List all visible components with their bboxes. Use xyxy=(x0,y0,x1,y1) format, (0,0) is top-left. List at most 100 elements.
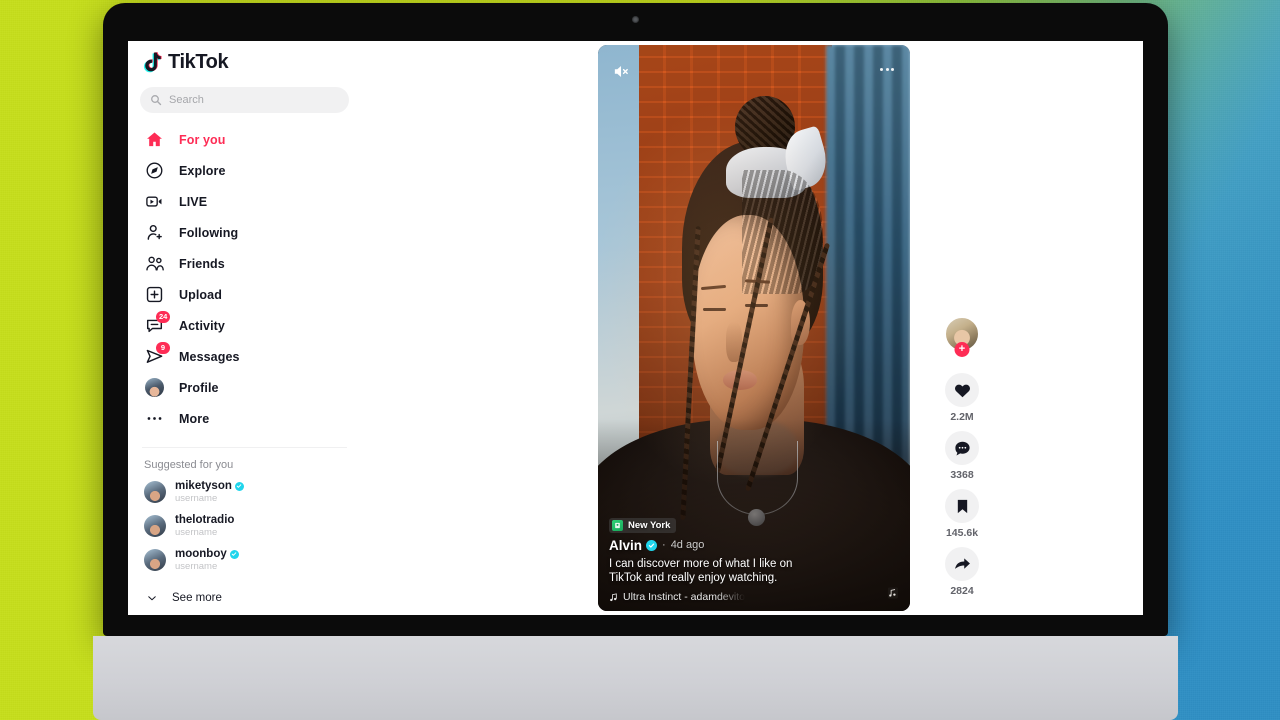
verified-badge-icon xyxy=(234,481,244,491)
feed-stage: New York Alvin · 4d ago I can discover m… xyxy=(361,41,1143,615)
sidebar-item-label: Friends xyxy=(179,256,225,271)
tiktok-note-icon xyxy=(143,51,162,72)
webcam-icon xyxy=(632,16,639,23)
sidebar-item-following[interactable]: Following xyxy=(140,217,349,248)
suggested-user-handle: username xyxy=(175,492,218,504)
sidebar-item-messages[interactable]: 9 Messages xyxy=(140,341,349,372)
see-more-button[interactable]: See more xyxy=(140,583,349,613)
verified-badge-icon xyxy=(229,549,239,559)
sidebar-item-label: Messages xyxy=(179,349,240,364)
ellipsis-horizontal-icon xyxy=(885,67,889,71)
bookmark-icon xyxy=(957,499,967,513)
messages-badge: 9 xyxy=(156,342,170,354)
sidebar-item-explore[interactable]: Explore xyxy=(140,155,349,186)
sidebar-item-label: LIVE xyxy=(179,194,208,209)
list-item[interactable]: thelotradio username xyxy=(140,509,349,543)
browser-viewport: TikTok Search For you Explore LIVE Follo… xyxy=(128,41,1143,615)
sidebar-item-label: Following xyxy=(179,225,239,240)
suggested-section-title: Suggested for you xyxy=(144,459,234,471)
video-author-row[interactable]: Alvin · 4d ago xyxy=(609,538,899,553)
avatar xyxy=(144,481,166,503)
ellipsis-horizontal-icon xyxy=(880,67,883,71)
sidebar-item-friends[interactable]: Friends xyxy=(140,248,349,279)
sidebar-item-label: More xyxy=(179,411,210,426)
album-disc-icon xyxy=(887,587,898,598)
verified-badge-icon xyxy=(646,539,658,551)
search-placeholder: Search xyxy=(169,94,204,106)
suggested-user-handle: username xyxy=(175,526,218,538)
sidebar-item-upload[interactable]: Upload xyxy=(140,279,349,310)
separator-dot: · xyxy=(662,539,666,552)
like-button[interactable]: 2.2M xyxy=(945,373,979,423)
sidebar-item-label: Profile xyxy=(179,380,219,395)
upload-plus-icon xyxy=(144,284,165,305)
compass-icon xyxy=(144,160,165,181)
suggested-user-name: moonboy xyxy=(175,547,227,560)
favorite-count: 145.6k xyxy=(945,527,979,539)
favorite-button[interactable]: 145.6k xyxy=(945,489,979,539)
music-note-icon xyxy=(610,592,617,601)
see-more-label: See more xyxy=(172,592,222,604)
list-item[interactable]: miketyson username xyxy=(140,475,349,509)
like-count: 2.2M xyxy=(950,411,974,423)
avatar xyxy=(144,515,166,537)
share-arrow-icon xyxy=(954,557,970,569)
sidebar: TikTok Search For you Explore LIVE Follo… xyxy=(128,41,361,615)
video-caption-line-1: I can discover more of what I like on xyxy=(609,557,793,570)
video-timestamp: 4d ago xyxy=(670,539,705,552)
follow-plus-icon[interactable]: + xyxy=(954,342,970,357)
creator-avatar-follow[interactable]: + xyxy=(945,317,979,357)
search-icon xyxy=(151,95,162,106)
avatar xyxy=(144,549,166,571)
sidebar-item-activity[interactable]: 24 Activity xyxy=(140,310,349,341)
mute-toggle-button[interactable] xyxy=(609,59,633,83)
location-chip[interactable]: New York xyxy=(609,517,677,533)
sidebar-item-label: For you xyxy=(179,132,226,147)
activity-inbox-icon: 24 xyxy=(144,311,171,336)
share-count: 2824 xyxy=(950,585,974,597)
share-button[interactable]: 2824 xyxy=(945,547,979,597)
sidebar-item-profile[interactable]: Profile xyxy=(140,372,349,403)
avatar-icon xyxy=(144,377,165,398)
chevron-down-icon xyxy=(148,596,156,601)
users-icon xyxy=(144,253,165,274)
heart-icon xyxy=(954,384,970,397)
sidebar-item-live[interactable]: LIVE xyxy=(140,186,349,217)
brand-name: TikTok xyxy=(168,50,229,73)
home-icon xyxy=(144,129,165,150)
suggested-user-name: thelotradio xyxy=(175,513,235,526)
album-disc-button[interactable] xyxy=(884,584,901,601)
search-input[interactable]: Search xyxy=(140,87,349,113)
laptop-mockup: TikTok Search For you Explore LIVE Follo… xyxy=(93,3,1178,720)
ellipsis-icon xyxy=(144,408,165,429)
laptop-base xyxy=(93,636,1178,720)
sidebar-item-label: Activity xyxy=(179,318,225,333)
video-caption-line-2: TikTok and really enjoy watching. xyxy=(609,572,778,585)
sidebar-item-more[interactable]: More xyxy=(140,403,349,434)
video-player[interactable]: New York Alvin · 4d ago I can discover m… xyxy=(598,45,910,611)
music-title: Ultra Instinct - adamdevito xyxy=(623,591,745,603)
video-author-name: Alvin xyxy=(609,537,643,553)
music-attribution[interactable]: Ultra Instinct - adamdevito xyxy=(609,591,899,603)
location-pin-icon xyxy=(612,519,623,531)
tiktok-logo[interactable]: TikTok xyxy=(140,41,349,83)
user-plus-icon xyxy=(144,222,165,243)
comment-button[interactable]: 3368 xyxy=(945,431,979,481)
sidebar-item-label: Explore xyxy=(179,163,226,178)
video-more-options-button[interactable] xyxy=(875,59,899,79)
paper-plane-icon: 9 xyxy=(144,342,170,367)
sidebar-item-for-you[interactable]: For you xyxy=(140,124,349,155)
speaker-muted-icon xyxy=(614,65,628,77)
list-item[interactable]: moonboy username xyxy=(140,543,349,577)
suggested-user-name: miketyson xyxy=(175,479,232,492)
comment-icon xyxy=(954,441,970,455)
sidebar-nav: For you Explore LIVE Following Friends U… xyxy=(140,124,349,434)
sidebar-item-label: Upload xyxy=(179,287,222,302)
comment-count: 3368 xyxy=(950,469,974,481)
location-label: New York xyxy=(628,519,671,531)
video-action-rail: + 2.2M 3368 145.6k 2824 xyxy=(933,317,991,597)
activity-badge: 24 xyxy=(156,311,171,323)
suggested-user-handle: username xyxy=(175,560,218,572)
ellipsis-horizontal-icon xyxy=(891,67,894,71)
video-caption-overlay: New York Alvin · 4d ago I can discover m… xyxy=(598,516,910,611)
